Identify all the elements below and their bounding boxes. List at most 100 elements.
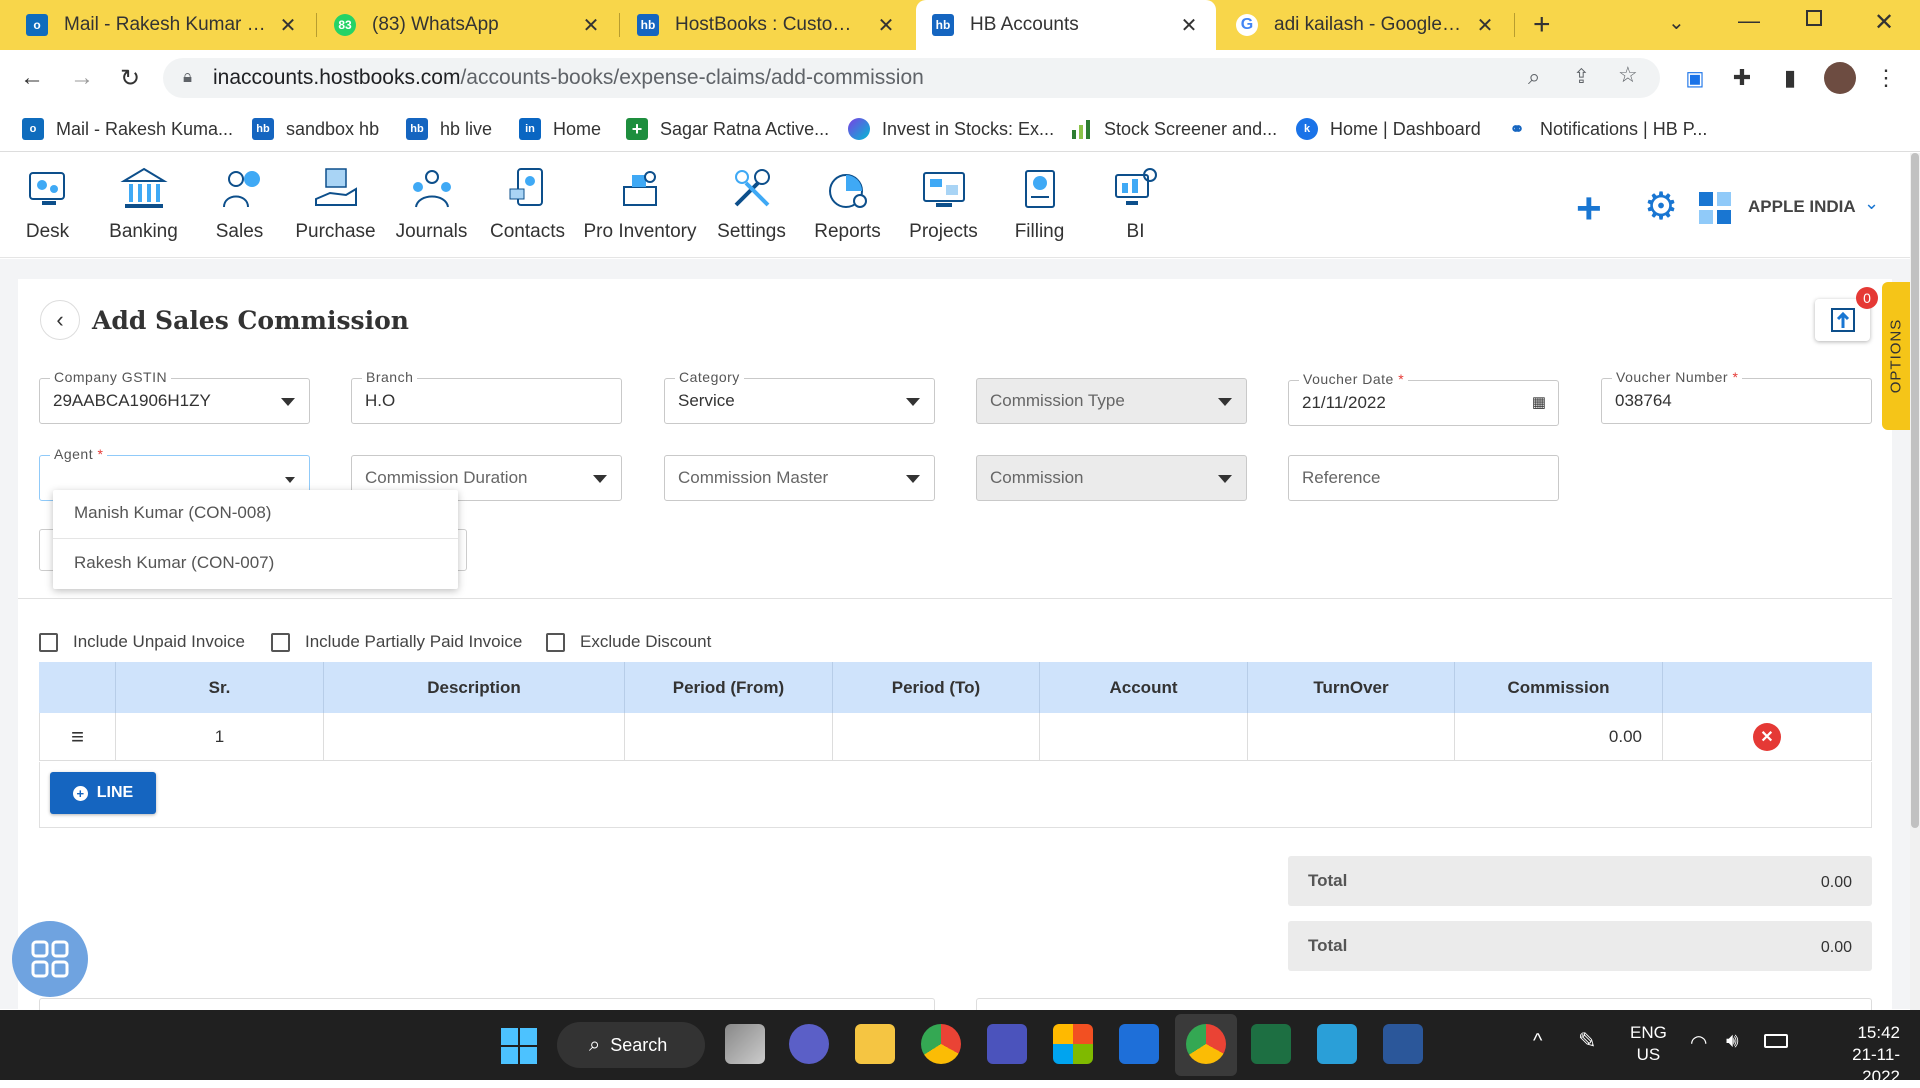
pen-icon[interactable]: ✎	[1578, 1028, 1596, 1054]
windows-start-icon[interactable]	[501, 1028, 537, 1064]
branch-field[interactable]: Branch H.O	[351, 369, 622, 424]
close-icon[interactable]: ✕	[277, 13, 299, 38]
commission-select[interactable]: Commission	[976, 455, 1247, 501]
new-tab-button[interactable]: +	[1533, 8, 1551, 42]
task-view-icon[interactable]	[725, 1024, 765, 1064]
voucher-number-field[interactable]: Voucher Number * 038764	[1601, 369, 1872, 424]
chrome-icon[interactable]	[921, 1024, 961, 1064]
excel-icon[interactable]	[1251, 1024, 1291, 1064]
bookmark-item[interactable]: Invest in Stocks: Ex...	[848, 106, 1054, 152]
page-scrollbar[interactable]	[1910, 153, 1920, 1010]
reload-icon[interactable]: ↻	[114, 62, 146, 94]
company-name[interactable]: APPLE INDIA	[1748, 197, 1856, 217]
calculator-icon[interactable]	[1698, 191, 1732, 225]
taskbar-search[interactable]: ⌕ Search	[557, 1022, 705, 1068]
close-icon[interactable]: ✕	[1474, 13, 1496, 38]
bookmark-item[interactable]: + Sagar Ratna Active...	[626, 106, 829, 152]
tab-whatsapp[interactable]: 83 (83) WhatsApp ✕	[318, 0, 618, 50]
drag-handle-icon[interactable]: ≡	[39, 713, 116, 761]
row-account[interactable]	[1040, 713, 1248, 761]
include-partially-paid-checkbox[interactable]: Include Partially Paid Invoice	[271, 632, 522, 652]
row-period-from[interactable]	[625, 713, 833, 761]
teams-chat-icon[interactable]	[789, 1024, 829, 1064]
minimize-button[interactable]: —	[1738, 8, 1760, 34]
notepad-icon[interactable]	[1317, 1024, 1357, 1064]
row-commission[interactable]: 0.00	[1455, 713, 1663, 761]
cast-icon[interactable]: ▣	[1679, 62, 1711, 94]
mail-app-icon[interactable]	[1119, 1024, 1159, 1064]
company-gstin-select[interactable]: Company GSTIN 29AABCA1906H1ZY	[39, 369, 310, 424]
row-turnover[interactable]	[1248, 713, 1455, 761]
commission-type-select[interactable]: Commission Type	[976, 378, 1247, 424]
nav-settings[interactable]: Settings	[704, 153, 799, 258]
nav-filling[interactable]: Filling	[992, 153, 1087, 258]
settings-gear-icon[interactable]: ⚙	[1644, 187, 1678, 227]
add-icon[interactable]: +	[1576, 187, 1602, 231]
word-icon[interactable]	[1383, 1024, 1423, 1064]
close-icon[interactable]: ✕	[580, 13, 602, 38]
delete-row-icon[interactable]: ✕	[1753, 722, 1781, 751]
commission-master-select[interactable]: Commission Master	[664, 455, 935, 501]
apps-grid-button[interactable]	[12, 921, 88, 997]
tab-outlook[interactable]: o Mail - Rakesh Kumar - Ou ✕	[10, 0, 315, 50]
agent-option[interactable]: Rakesh Kumar (CON-007)	[53, 540, 458, 589]
language-indicator[interactable]: ENG US	[1630, 1022, 1667, 1066]
row-period-to[interactable]	[833, 713, 1040, 761]
nav-desk[interactable]: Desk	[0, 153, 95, 258]
zoom-icon[interactable]: ⌕	[1528, 64, 1540, 90]
battery-icon[interactable]	[1764, 1034, 1788, 1048]
nav-sales[interactable]: Sales	[192, 153, 287, 258]
reference-input[interactable]: Reference	[1288, 455, 1559, 501]
volume-icon[interactable]: 🔊︎	[1726, 1030, 1739, 1053]
close-icon[interactable]: ✕	[1178, 13, 1200, 38]
checkbox-box[interactable]	[546, 632, 565, 652]
bookmark-item[interactable]: Stock Screener and...	[1070, 106, 1277, 152]
tray-chevron-icon[interactable]: ^	[1533, 1030, 1542, 1053]
chrome-icon[interactable]	[1186, 1024, 1226, 1064]
nav-projects[interactable]: Projects	[896, 153, 991, 258]
tab-hb-accounts[interactable]: hb HB Accounts ✕	[916, 0, 1216, 50]
nav-pro-inventory[interactable]: Pro Inventory	[580, 153, 700, 258]
clock[interactable]: 15:42 21-11-2022	[1815, 1022, 1900, 1088]
forward-icon[interactable]: →	[66, 62, 98, 94]
nav-journals[interactable]: Journals	[384, 153, 479, 258]
tab-hostbooks-customer[interactable]: hb HostBooks : Customer Po ✕	[621, 0, 913, 50]
company-dropdown-icon[interactable]: ⌄	[1864, 193, 1879, 214]
checkbox-box[interactable]	[39, 632, 58, 652]
nav-purchase[interactable]: Purchase	[288, 153, 383, 258]
tab-search-icon[interactable]: ⌄	[1668, 10, 1685, 35]
browser-menu-icon[interactable]: ⋮	[1870, 62, 1902, 94]
add-line-button[interactable]: + LINE	[50, 772, 156, 814]
store-icon[interactable]	[1053, 1024, 1093, 1064]
bookmark-star-icon[interactable]: ☆	[1618, 62, 1638, 88]
category-select[interactable]: Category Service	[664, 369, 935, 424]
tab-google-search[interactable]: G adi kailash - Google Searc ✕	[1220, 0, 1512, 50]
bookmark-item[interactable]: in Home	[519, 106, 601, 152]
close-icon[interactable]: ✕	[875, 13, 897, 38]
url-bar[interactable]: 🔒︎ inaccounts.hostbooks.com/accounts-boo…	[163, 58, 1660, 98]
agent-option[interactable]: Manish Kumar (CON-008)	[53, 490, 458, 539]
bookmark-item[interactable]: hb sandbox hb	[252, 106, 379, 152]
back-icon[interactable]: ←	[16, 62, 48, 94]
file-explorer-icon[interactable]	[855, 1024, 895, 1064]
restore-button[interactable]	[1806, 10, 1822, 26]
share-icon[interactable]: ⇪	[1573, 64, 1590, 89]
nav-contacts[interactable]: Contacts	[480, 153, 575, 258]
voucher-date-field[interactable]: Voucher Date * 21/11/2022 ▦	[1288, 371, 1559, 426]
row-description[interactable]	[324, 713, 625, 761]
teams-icon[interactable]	[987, 1024, 1027, 1064]
checkbox-box[interactable]	[271, 632, 290, 652]
wifi-icon[interactable]: ◠	[1690, 1030, 1707, 1055]
exclude-discount-checkbox[interactable]: Exclude Discount	[546, 632, 711, 652]
calendar-icon[interactable]: ▦	[1532, 393, 1546, 411]
bookmark-item[interactable]: hb hb live	[406, 106, 492, 152]
extensions-icon[interactable]: ✚	[1726, 62, 1758, 94]
bookmark-item[interactable]: k Home | Dashboard	[1296, 106, 1481, 152]
window-close-button[interactable]: ✕	[1874, 8, 1894, 37]
options-side-tab[interactable]: OPTIONS	[1882, 282, 1910, 430]
profile-avatar[interactable]	[1824, 62, 1856, 94]
back-button[interactable]: ‹	[40, 300, 80, 340]
bookmark-item[interactable]: o Mail - Rakesh Kuma...	[22, 106, 233, 152]
nav-banking[interactable]: Banking	[96, 153, 191, 258]
nav-reports[interactable]: Reports	[800, 153, 895, 258]
